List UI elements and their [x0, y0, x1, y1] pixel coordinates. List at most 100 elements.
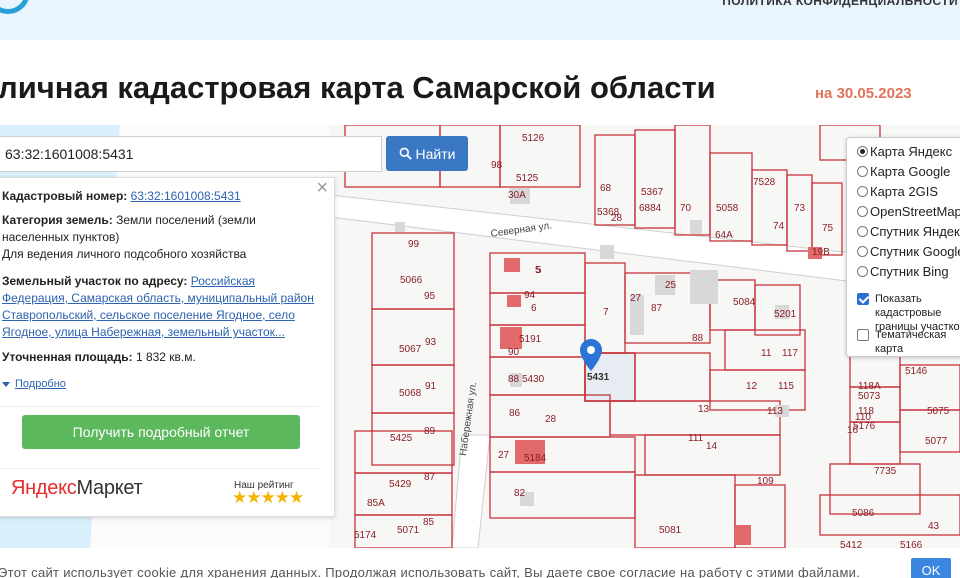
- layer-radio[interactable]: [857, 185, 868, 197]
- parcel-number-label: 5066: [400, 275, 423, 286]
- layer-option[interactable]: Карта Google: [857, 162, 950, 180]
- parcel-number-label: 68: [600, 183, 612, 194]
- top-header: ПОЛИТИКА КОНФИДЕНЦИАЛЬНОСТИ: [0, 0, 960, 40]
- page-title: личная кадастровая карта Самарской облас…: [0, 70, 716, 105]
- parcel-number-label: 87: [651, 303, 663, 314]
- parcel-number-label: 95: [424, 291, 436, 302]
- parcel-number-label: 88: [692, 333, 704, 344]
- parcel-number-label: 5: [536, 265, 542, 276]
- layer-option[interactable]: Спутник Яндекс: [857, 222, 960, 240]
- cadastral-number-link[interactable]: 63:32:1601008:5431: [131, 189, 241, 203]
- parcel-number-label: 89: [424, 426, 436, 437]
- land-category-label: Категория земель:: [2, 213, 113, 227]
- parcel-number-label: 7735: [874, 466, 897, 477]
- parcel-number-label: 13: [698, 404, 710, 415]
- yandex-market-logo-brand: Яндекс: [11, 477, 77, 499]
- parcel-number-label: 28: [545, 414, 557, 425]
- location-marker-icon[interactable]: [580, 339, 602, 371]
- parcel-number-label: 5068: [399, 388, 422, 399]
- parcel-number-label: 5429: [389, 479, 412, 490]
- parcel-number-label: 113: [767, 406, 783, 417]
- land-category-row: Категория земель: Земли поселений (земли…: [2, 212, 322, 246]
- thematic-map-option[interactable]: Тематическая карта: [857, 328, 960, 356]
- layer-radio[interactable]: [857, 165, 868, 177]
- parcel-number-label: 5425: [390, 433, 413, 444]
- parcel-number-label: 7528: [753, 177, 776, 188]
- layer-option-label: Карта 2GIS: [870, 183, 939, 199]
- address-label: Земельный участок по адресу:: [2, 274, 188, 288]
- parcel-number-label: 5184: [524, 453, 547, 464]
- layer-radio[interactable]: [857, 145, 868, 157]
- layer-option[interactable]: Карта 2GIS: [857, 182, 938, 200]
- layer-option-label: Спутник Яндекс: [870, 223, 960, 239]
- parcel-number-label: 87: [424, 472, 436, 483]
- parcel-number-label: 86: [509, 408, 521, 419]
- search-icon: [399, 147, 412, 160]
- parcel-number-label: 94: [524, 290, 536, 301]
- parcel-number-label: 27: [630, 293, 642, 304]
- parcel-number-label: 6: [531, 303, 537, 314]
- area-row: Уточненная площадь: 1 832 кв.м.: [2, 349, 322, 366]
- cadastral-number-label: Кадастровый номер:: [2, 189, 128, 203]
- parcel-number-label: 75: [822, 223, 834, 234]
- parcel-number-label: 43: [928, 521, 940, 532]
- parcel-number-label: 82: [514, 488, 526, 499]
- page-date: на 30.05.2023: [815, 85, 912, 102]
- parcel-number-label: 5084: [733, 297, 756, 308]
- parcel-number-label: 7: [603, 307, 609, 318]
- cookie-ok-button[interactable]: OK: [911, 558, 951, 578]
- parcel-number-label: 5125: [516, 173, 539, 184]
- parcel-number-label: 115: [778, 381, 794, 392]
- show-borders-checkbox[interactable]: [857, 293, 869, 305]
- layer-radio[interactable]: [857, 205, 868, 217]
- parcel-number-label: 5431: [587, 372, 610, 383]
- parcel-number-label: 14: [706, 441, 718, 452]
- parcel-number-label: 5071: [397, 525, 420, 536]
- search-button-label: Найти: [415, 145, 456, 162]
- details-toggle-link[interactable]: Подробно: [2, 376, 66, 393]
- search-button[interactable]: Найти: [386, 136, 468, 171]
- parcel-number-label: 25: [665, 280, 677, 291]
- parcel-number-label: 11: [761, 348, 772, 359]
- parcel-number-label: 111: [688, 433, 704, 444]
- layer-option[interactable]: Спутник Google: [857, 242, 960, 260]
- layer-option[interactable]: OpenStreetMap: [857, 202, 960, 220]
- parcel-number-label: 5073: [858, 391, 881, 402]
- parcel-number-label: 16: [847, 425, 859, 436]
- thematic-map-checkbox[interactable]: [857, 329, 869, 341]
- area-value: 1 832 кв.м.: [135, 350, 196, 364]
- parcel-number-label: 90: [508, 347, 520, 358]
- divider: [0, 406, 319, 407]
- layer-radio[interactable]: [857, 245, 868, 257]
- layer-radio[interactable]: [857, 265, 868, 277]
- parcel-number-label: 27: [498, 450, 510, 461]
- layer-option-label: Карта Яндекс: [870, 143, 953, 159]
- parcel-number-label: 5126: [522, 133, 545, 144]
- layer-option-label: Спутник Bing: [870, 263, 949, 279]
- parcel-number-label: 109: [757, 476, 774, 487]
- parcel-number-label: 5086: [852, 508, 875, 519]
- privacy-policy-link[interactable]: ПОЛИТИКА КОНФИДЕНЦИАЛЬНОСТИ: [722, 0, 958, 8]
- parcel-number-label: 99: [408, 239, 420, 250]
- yandex-market-logo[interactable]: ЯндексМаркет: [11, 477, 143, 499]
- parcel-number-label: 5367: [641, 187, 664, 198]
- land-use-row: Для ведения личного подсобного хозяйства: [2, 247, 247, 261]
- parcel-number-label: 91: [425, 381, 437, 392]
- yandex-market-logo-suffix: Маркет: [76, 477, 143, 499]
- divider: [0, 468, 319, 469]
- chevron-down-icon: [2, 381, 10, 387]
- parcel-number-label: 5077: [925, 436, 948, 447]
- parcel-number-label: 5191: [519, 334, 542, 345]
- get-report-button[interactable]: Получить подробный отчет: [22, 415, 300, 449]
- layer-option[interactable]: Карта Яндекс: [857, 142, 952, 160]
- parcel-number-label: 5075: [927, 406, 950, 417]
- parcel-number-label: 5081: [659, 525, 682, 536]
- parcel-number-label: 5067: [399, 344, 422, 355]
- site-logo[interactable]: [0, 0, 30, 14]
- layer-option[interactable]: Спутник Bing: [857, 262, 949, 280]
- thematic-map-label: Тематическая карта: [875, 329, 947, 355]
- parcel-number-label: 70: [680, 203, 692, 214]
- layer-option-label: OpenStreetMap: [870, 203, 960, 219]
- layer-radio[interactable]: [857, 225, 868, 237]
- cadastral-search-input[interactable]: [0, 136, 382, 172]
